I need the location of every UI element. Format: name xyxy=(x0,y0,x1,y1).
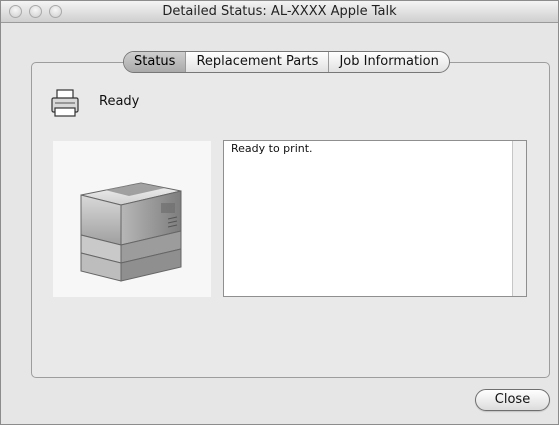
message-scrollbar[interactable] xyxy=(512,141,526,296)
laser-printer-illustration-icon xyxy=(80,182,182,282)
detailed-status-window: Detailed Status: AL-XXXX Apple Talk Stat… xyxy=(0,0,559,425)
title-bar[interactable]: Detailed Status: AL-XXXX Apple Talk xyxy=(1,1,558,23)
tab-bar: Status Replacement Parts Job Information xyxy=(123,51,450,73)
printer-icon xyxy=(51,89,79,117)
status-message-box[interactable]: Ready to print. xyxy=(223,140,527,297)
printer-illustration xyxy=(53,141,211,297)
status-message-text: Ready to print. xyxy=(231,142,313,155)
tab-status[interactable]: Status xyxy=(124,52,186,72)
tab-replacement-parts[interactable]: Replacement Parts xyxy=(185,52,328,72)
status-label: Ready xyxy=(99,94,140,109)
tab-job-information[interactable]: Job Information xyxy=(328,52,448,72)
window-title: Detailed Status: AL-XXXX Apple Talk xyxy=(162,4,397,19)
close-button[interactable]: Close xyxy=(475,389,550,411)
